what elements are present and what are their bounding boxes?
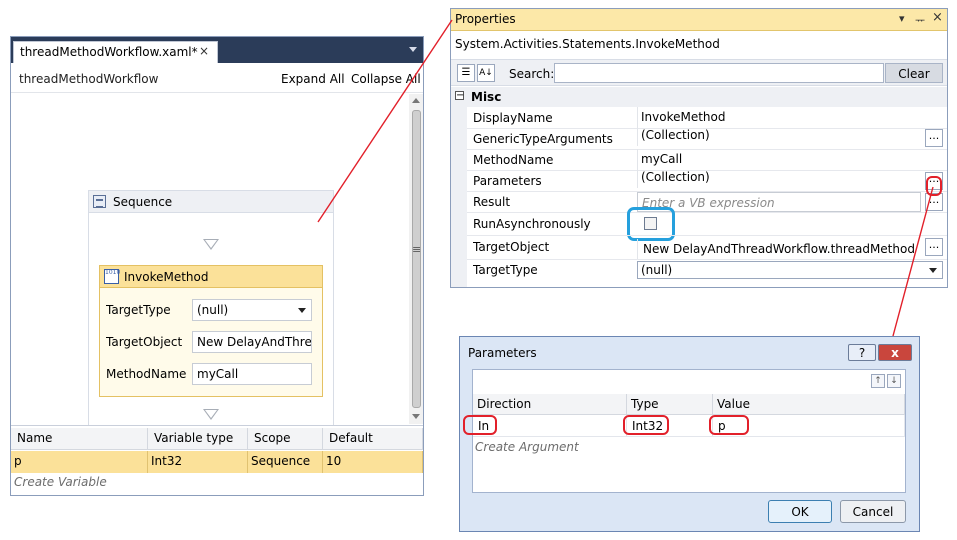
property-name: Parameters [473,174,542,188]
breadcrumb[interactable]: threadMethodWorkflow [19,72,158,86]
chevron-down-icon [929,268,937,273]
variables-header-default[interactable]: Default [323,428,423,450]
move-down-icon[interactable]: ↓ [887,374,901,388]
help-icon[interactable]: ? [848,344,876,361]
method-name-value: myCall [197,367,239,381]
sequence-title: Sequence [113,195,173,209]
properties-window: Properties ▾ ᅲ × System.Activities.State… [450,8,948,288]
variables-header-type[interactable]: Variable type [148,428,248,450]
variables-panel: Name Variable type Scope Default p Int32… [11,425,423,495]
dialog-title: Parameters [468,346,537,360]
document-tab[interactable]: threadMethodWorkflow.xaml* × [13,41,218,63]
variable-type-cell[interactable]: Int32 [148,451,248,473]
scroll-down-icon[interactable] [412,414,420,419]
search-input[interactable] [554,63,884,83]
expand-all-link[interactable]: Expand All [281,72,345,86]
invoke-method-icon: 1010 [104,269,120,284]
search-label: Search: [509,67,555,81]
document-tab-title: threadMethodWorkflow.xaml* [20,45,198,59]
property-gutter [451,107,467,287]
close-button[interactable]: x [878,344,912,361]
move-up-icon[interactable]: ↑ [871,374,885,388]
column-header-direction[interactable]: Direction [473,394,627,415]
workflow-designer-window: threadMethodWorkflow.xaml* × threadMetho… [10,36,424,496]
method-name-field[interactable]: myCall [192,363,312,385]
targettype-value: (null) [641,263,673,277]
pin-icon[interactable]: ᅲ [915,12,925,28]
column-header-value[interactable]: Value [713,394,905,415]
target-object-field[interactable]: New DelayAndThre [192,331,312,353]
close-icon[interactable]: × [932,10,943,25]
row-divider [467,259,947,260]
property-name: DisplayName [473,111,553,125]
properties-title: Properties [455,12,516,26]
drop-target-top-icon[interactable] [203,239,219,250]
breadcrumb-bar: threadMethodWorkflow Expand All Collapse… [11,63,423,93]
property-name: TargetType [473,263,538,277]
clear-button[interactable]: Clear [885,63,943,83]
tab-menu-chevron-down-icon[interactable] [409,47,417,52]
method-name-label: MethodName [106,367,187,381]
category-row[interactable]: − Misc [451,87,947,107]
category-label: Misc [471,90,502,104]
invokemethod-activity[interactable]: 1010 InvokeMethod TargetType (null) Targ… [99,265,323,397]
cancel-button[interactable]: Cancel [840,500,906,523]
collapse-all-link[interactable]: Collapse All [351,72,421,86]
collapse-category-icon[interactable]: − [455,91,464,101]
property-name: Result [473,195,511,209]
scroll-grip-icon: ≡ [412,243,422,256]
sort-alphabetical-icon[interactable]: A↓ [477,64,495,82]
variables-header-scope[interactable]: Scope [248,428,323,450]
variable-name-cell[interactable]: p [11,451,148,473]
designer-canvas: Sequence 1010 InvokeMethod TargetType (n… [11,94,409,445]
close-icon[interactable]: × [199,44,209,58]
scroll-up-icon[interactable] [412,98,420,103]
highlight-ring-red [463,415,497,435]
property-name: RunAsynchronously [473,217,591,231]
highlight-ring-red [623,415,669,435]
create-argument-link[interactable]: Create Argument [475,440,579,454]
targetobject-value[interactable]: New DelayAndThreadWorkflow.threadMethod [637,239,919,260]
create-variable-link[interactable]: Create Variable [14,475,107,489]
properties-toolbar: ☰ A↓ Search: Clear [451,59,947,86]
invokemethod-header: 1010 InvokeMethod [100,266,322,288]
invokemethod-title: InvokeMethod [124,270,209,284]
property-name: GenericTypeArguments [473,132,613,146]
highlight-ring-red [709,415,749,435]
arguments-grid: ↑ ↓ Direction Type Value In Int32 p Crea… [463,369,906,493]
target-type-combo[interactable]: (null) [192,299,312,321]
target-type-value: (null) [197,303,229,317]
targetobject-ellipsis-button[interactable]: ... [925,238,943,256]
ok-button[interactable]: OK [768,500,832,523]
generic-args-ellipsis-button[interactable]: ... [925,129,943,147]
highlight-ring-red [926,176,942,196]
property-name: MethodName [473,153,554,167]
target-type-label: TargetType [106,303,171,317]
drop-target-bottom-icon[interactable] [203,409,219,420]
result-expression-input[interactable]: Enter a VB expression [637,192,921,212]
properties-title-bar: Properties ▾ ᅲ × [451,9,947,31]
variables-header-name[interactable]: Name [11,428,148,450]
target-object-label: TargetObject [106,335,183,349]
parameters-dialog: Parameters ? x ↑ ↓ Direction Type Value … [459,336,920,532]
target-object-value: New DelayAndThre [197,335,312,349]
document-tab-strip: threadMethodWorkflow.xaml* × [11,37,423,63]
chevron-down-icon [298,308,306,313]
sequence-header: Sequence [89,191,333,213]
property-grid: − Misc DisplayName InvokeMethod GenericT… [451,87,947,287]
selected-type-name: System.Activities.Statements.InvokeMetho… [455,37,720,51]
sequence-icon [93,195,106,208]
parameters-value: (Collection) [637,167,917,188]
column-header-type[interactable]: Type [627,394,713,415]
property-name: TargetObject [473,240,550,254]
window-menu-icon[interactable]: ▾ [899,12,905,25]
scrollbar-thumb[interactable] [412,110,421,408]
categorized-view-icon[interactable]: ☰ [457,64,475,82]
targettype-combo[interactable]: (null) [637,261,943,279]
variable-default-cell[interactable]: 10 [323,451,423,473]
generic-type-arguments-value: (Collection) [637,125,917,146]
variable-scope-cell[interactable]: Sequence [248,451,323,473]
